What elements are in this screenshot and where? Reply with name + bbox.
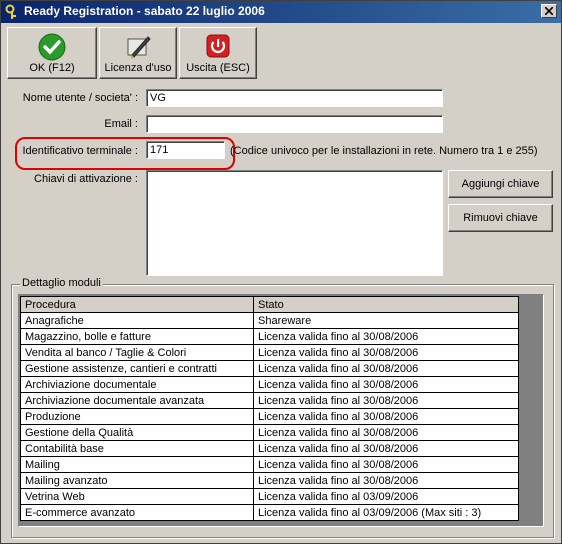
table-row[interactable]: Contabilità base Licenza valida fino al 3… [20,440,519,457]
keys-label: Chiavi di attivazione : [34,173,138,185]
user-field[interactable]: VG [146,89,443,107]
table-row[interactable]: Vetrina Web Licenza valida fino al 03/09/… [20,488,519,505]
procedure-cell: Magazzino, bolle e fatture [20,328,254,345]
close-icon [545,7,553,15]
status-cell: Licenza valida fino al 30/08/2006 [253,328,519,345]
status-cell: Licenza valida fino al 30/08/2006 [253,440,519,457]
remove-key-button[interactable]: Rimuovi chiave [448,204,553,232]
table-header-row: Procedura Stato [20,296,519,313]
procedure-cell: Mailing [20,456,254,473]
status-cell: Licenza valida fino al 30/08/2006 [253,472,519,489]
modules-grid[interactable]: Procedura Stato Anagrafiche Shareware Maga… [18,294,544,527]
procedure-cell: Vetrina Web [20,488,254,505]
status-cell: Licenza valida fino al 03/09/2006 (Max s… [253,504,519,521]
table-row[interactable]: Vendita al banco / Taglie & Colori Licenz… [20,344,519,361]
table-row[interactable]: Mailing Licenza valida fino al 30/08/2006 [20,456,519,473]
status-cell: Licenza valida fino al 30/08/2006 [253,456,519,473]
exit-button[interactable]: Uscita (ESC) [179,27,257,79]
close-button[interactable] [541,4,557,18]
procedure-cell: E-commerce avanzato [20,504,254,521]
window-title: Ready Registration - sabato 22 luglio 20… [24,4,265,18]
table-row[interactable]: Archiviazione documentale Licenza valida … [20,376,519,393]
toolbar: OK (F12) Licenza d'uso Uscita (ESC) [5,27,558,81]
column-header-status[interactable]: Stato [253,296,519,313]
table-row[interactable]: Mailing avanzato Licenza valida fino al 3… [20,472,519,489]
add-key-button[interactable]: Aggiungi chiave [448,170,553,198]
status-cell: Licenza valida fino al 30/08/2006 [253,360,519,377]
table-row[interactable]: Anagrafiche Shareware [20,312,519,329]
terminal-field[interactable]: 171 [146,141,225,159]
license-button[interactable]: Licenza d'uso [99,27,177,79]
modules-table: Procedura Stato Anagrafiche Shareware Maga… [20,296,519,521]
activation-keys-memo[interactable] [146,170,443,276]
procedure-cell: Produzione [20,408,254,425]
procedure-cell: Mailing avanzato [20,472,254,489]
procedure-cell: Contabilità base [20,440,254,457]
column-header-procedure[interactable]: Procedura [20,296,254,313]
table-row[interactable]: Gestione assistenze, cantieri e contratt… [20,360,519,377]
terminal-hint: (Codice univoco per le installazioni in … [230,145,538,157]
modules-group-label: Dettaglio moduli [20,277,103,289]
pen-certificate-icon [127,36,151,59]
title-bar: Ready Registration - sabato 22 luglio 20… [1,1,561,23]
table-row[interactable]: Magazzino, bolle e fatture Licenza valida… [20,328,519,345]
check-icon [38,33,66,61]
status-cell: Licenza valida fino al 30/08/2006 [253,376,519,393]
license-label: Licenza d'uso [104,62,172,74]
status-cell: Licenza valida fino al 30/08/2006 [253,344,519,361]
procedure-cell: Vendita al banco / Taglie & Colori [20,344,254,361]
status-cell: Licenza valida fino al 30/08/2006 [253,408,519,425]
email-label: Email : [104,118,138,130]
status-cell: Shareware [253,312,519,329]
email-field[interactable] [146,115,443,133]
procedure-cell: Archiviazione documentale avanzata [20,392,254,409]
exit-label: Uscita (ESC) [186,62,250,74]
key-icon [5,4,16,19]
terminal-label: Identificativo terminale : [22,145,138,157]
table-row[interactable]: Archiviazione documentale avanzata Licenz… [20,392,519,409]
procedure-cell: Archiviazione documentale [20,376,254,393]
status-cell: Licenza valida fino al 03/09/2006 [253,488,519,505]
user-label: Nome utente / societa' : [22,92,138,104]
status-cell: Licenza valida fino al 30/08/2006 [253,392,519,409]
ok-button[interactable]: OK (F12) [7,27,97,79]
power-icon [206,34,230,58]
table-row[interactable]: E-commerce avanzato Licenza valida fino a… [20,504,519,521]
status-cell: Licenza valida fino al 30/08/2006 [253,424,519,441]
ok-label: OK (F12) [29,62,75,74]
procedure-cell: Gestione della Qualità [20,424,254,441]
registration-window: Ready Registration - sabato 22 luglio 20… [0,0,562,544]
procedure-cell: Anagrafiche [20,312,254,329]
table-row[interactable]: Produzione Licenza valida fino al 30/08/2… [20,408,519,425]
procedure-cell: Gestione assistenze, cantieri e contratt… [20,360,254,377]
table-row[interactable]: Gestione della Qualità Licenza valida fin… [20,424,519,441]
